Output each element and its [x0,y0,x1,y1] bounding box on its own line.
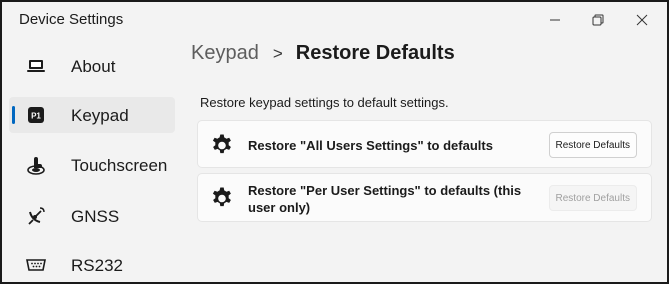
window-title: Device Settings [19,11,124,28]
close-icon [636,14,648,26]
sidebar-item-keypad[interactable]: P1 Keypad [9,97,175,133]
breadcrumb-separator: > [272,43,283,63]
minimize-icon [550,19,560,21]
minimize-button[interactable] [532,2,578,38]
keypad-p1-icon: P1 [25,105,47,125]
sidebar-item-about[interactable]: About [9,48,175,84]
gear-icon [212,134,231,154]
selection-indicator [12,106,15,124]
sidebar-item-label: Touchscreen [71,156,168,175]
restore-per-user-button: Restore Defaults [548,185,637,211]
maximize-button[interactable] [575,2,621,38]
touch-hand-icon [25,155,47,175]
sidebar-item-label: RS232 [71,256,123,275]
sidebar-item-label: Keypad [71,106,129,125]
device-settings-window: Device Settings About P1 Keypad Touchscr… [0,0,669,284]
title-bar: Device Settings [2,2,667,38]
page-description: Restore keypad settings to default setti… [200,95,449,110]
page-title: Restore Defaults [295,42,455,64]
satellite-icon [25,206,47,226]
sidebar-item-touchscreen[interactable]: Touchscreen [9,147,175,183]
laptop-icon [25,56,47,76]
sidebar-item-label: GNSS [71,207,120,226]
restore-per-user-card: Restore "Per User Settings" to defaults … [197,173,652,222]
restore-per-user-label: Restore "Per User Settings" to defaults … [248,183,522,215]
restore-window-icon [592,14,604,26]
breadcrumb-parent-keypad[interactable]: Keypad [191,42,259,65]
serial-port-icon [25,255,47,275]
restore-all-users-card: Restore "All Users Settings" to defaults… [197,120,652,168]
sidebar-item-gnss[interactable]: GNSS [9,198,175,234]
restore-all-users-label: Restore "All Users Settings" to defaults [248,138,493,153]
restore-all-users-button[interactable]: Restore Defaults [548,132,637,158]
sidebar: About P1 Keypad Touchscreen GNSS RS232 [2,38,182,284]
sidebar-item-rs232[interactable]: RS232 [9,247,175,283]
gear-icon [212,187,231,207]
svg-text:P1: P1 [31,112,41,121]
close-button[interactable] [619,2,665,38]
sidebar-item-label: About [71,57,116,76]
breadcrumb: Keypad > Restore Defaults [191,42,455,65]
